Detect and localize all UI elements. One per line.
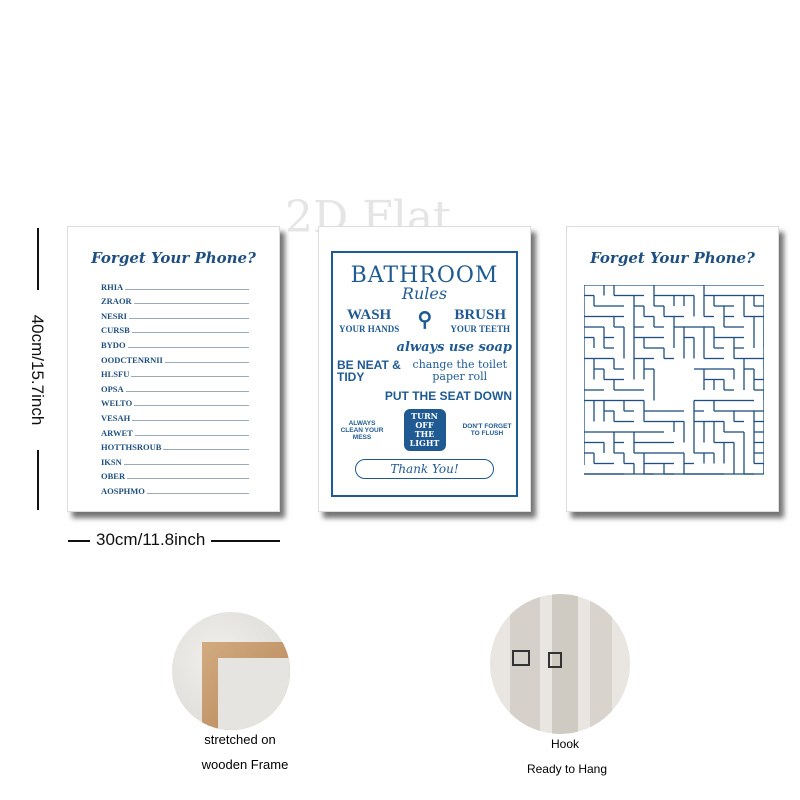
answer-line (125, 288, 249, 290)
word-row: HOTTHSROUB (101, 438, 249, 453)
word-row: ARWET (101, 423, 249, 438)
word-row: HLSFU (101, 365, 249, 380)
neat-text: BE NEAT & TIDY (337, 358, 401, 384)
height-dimension-label: 40cm/15.7inch (28, 314, 47, 426)
answer-line (128, 317, 249, 319)
answer-line (123, 463, 249, 465)
answer-line (134, 434, 249, 436)
word-row: OBER (101, 467, 249, 482)
word-row: ZRAOR (101, 292, 249, 307)
word-row: IKSN (101, 452, 249, 467)
answer-line (131, 376, 249, 378)
scrambled-word: NESRI (101, 310, 127, 321)
maze-poster: Forget Your Phone? (566, 226, 779, 512)
frame-caption-2: wooden Frame (201, 757, 289, 772)
scrambled-word: BYDO (101, 339, 126, 350)
word-row: RHIA (101, 277, 249, 292)
word-row: CURSB (101, 321, 249, 336)
answer-line (146, 492, 249, 494)
light-badge: TURN OFF THE LIGHT (403, 409, 446, 451)
clean-text: ALWAYS CLEAN YOUR MESS (340, 419, 384, 441)
scrambled-word: IKSN (101, 456, 122, 467)
hook-caption-2: Ready to Hang (526, 762, 608, 776)
hook-caption-1: Hook (550, 737, 579, 751)
hook-icon (512, 650, 530, 666)
word-row: WELTO (101, 394, 249, 409)
thank-you-text: Thank You! (355, 459, 494, 479)
word-row: NESRI (101, 306, 249, 321)
soap-text: always use soap (396, 340, 512, 355)
scrambled-word: CURSB (101, 325, 130, 336)
scrambled-word: VESAH (101, 412, 131, 423)
answer-line (164, 361, 249, 363)
answer-line (127, 478, 249, 480)
poster-title: Forget Your Phone? (590, 249, 755, 267)
word-scramble-poster: Forget Your Phone? RHIA ZRAOR NESRI CURSB BY… (67, 226, 280, 512)
answer-line (127, 346, 249, 348)
word-row: OPSA (101, 379, 249, 394)
answer-line (134, 405, 249, 407)
scrambled-word: OPSA (101, 383, 124, 394)
word-list: RHIA ZRAOR NESRI CURSB BYDO OODCTENRNII HLSFU O… (101, 277, 249, 496)
wash-text: WASH (347, 307, 392, 323)
scrambled-word: OODCTENRNII (101, 354, 163, 365)
bathroom-rules-poster: BATHROOM Rules WASH YOUR HANDS ⚲ BRUSH YOU… (318, 226, 531, 512)
answer-line (131, 332, 249, 334)
maze (584, 285, 764, 475)
answer-line (163, 449, 249, 451)
brush-text: BRUSH (454, 307, 507, 323)
scrambled-word: HLSFU (101, 369, 130, 380)
scrambled-word: WELTO (101, 398, 133, 409)
scrambled-word: ARWET (101, 427, 133, 438)
answer-line (132, 419, 249, 421)
wooden-frame-photo (172, 612, 290, 730)
paper-text: change the toilet paper roll (412, 358, 508, 383)
poster-title: Forget Your Phone? (91, 249, 256, 267)
hook-photo (490, 594, 630, 734)
scrambled-word: HOTTHSROUB (101, 442, 162, 453)
flush-text: DON'T FORGET TO FLUSH (462, 423, 512, 437)
answer-line (125, 390, 249, 392)
answer-line (133, 303, 249, 305)
your-hands-text: YOUR HANDS (339, 324, 400, 334)
seat-text: PUT THE SEAT DOWN (384, 389, 512, 403)
word-row: BYDO (101, 335, 249, 350)
width-dimension-label: 30cm/11.8inch (90, 530, 212, 550)
faucet-icon: ⚲ (417, 309, 433, 331)
word-row: AOSPHMO (101, 481, 249, 496)
word-row: VESAH (101, 408, 249, 423)
frame-caption-1: stretched on (204, 732, 276, 747)
scrambled-word: ZRAOR (101, 296, 132, 307)
word-row: OODCTENRNII (101, 350, 249, 365)
scrambled-word: OBER (101, 471, 126, 482)
scrambled-word: AOSPHMO (101, 485, 145, 496)
hook-icon (548, 652, 562, 668)
scrambled-word: RHIA (101, 281, 124, 292)
your-teeth-text: YOUR TEETH (450, 324, 510, 334)
